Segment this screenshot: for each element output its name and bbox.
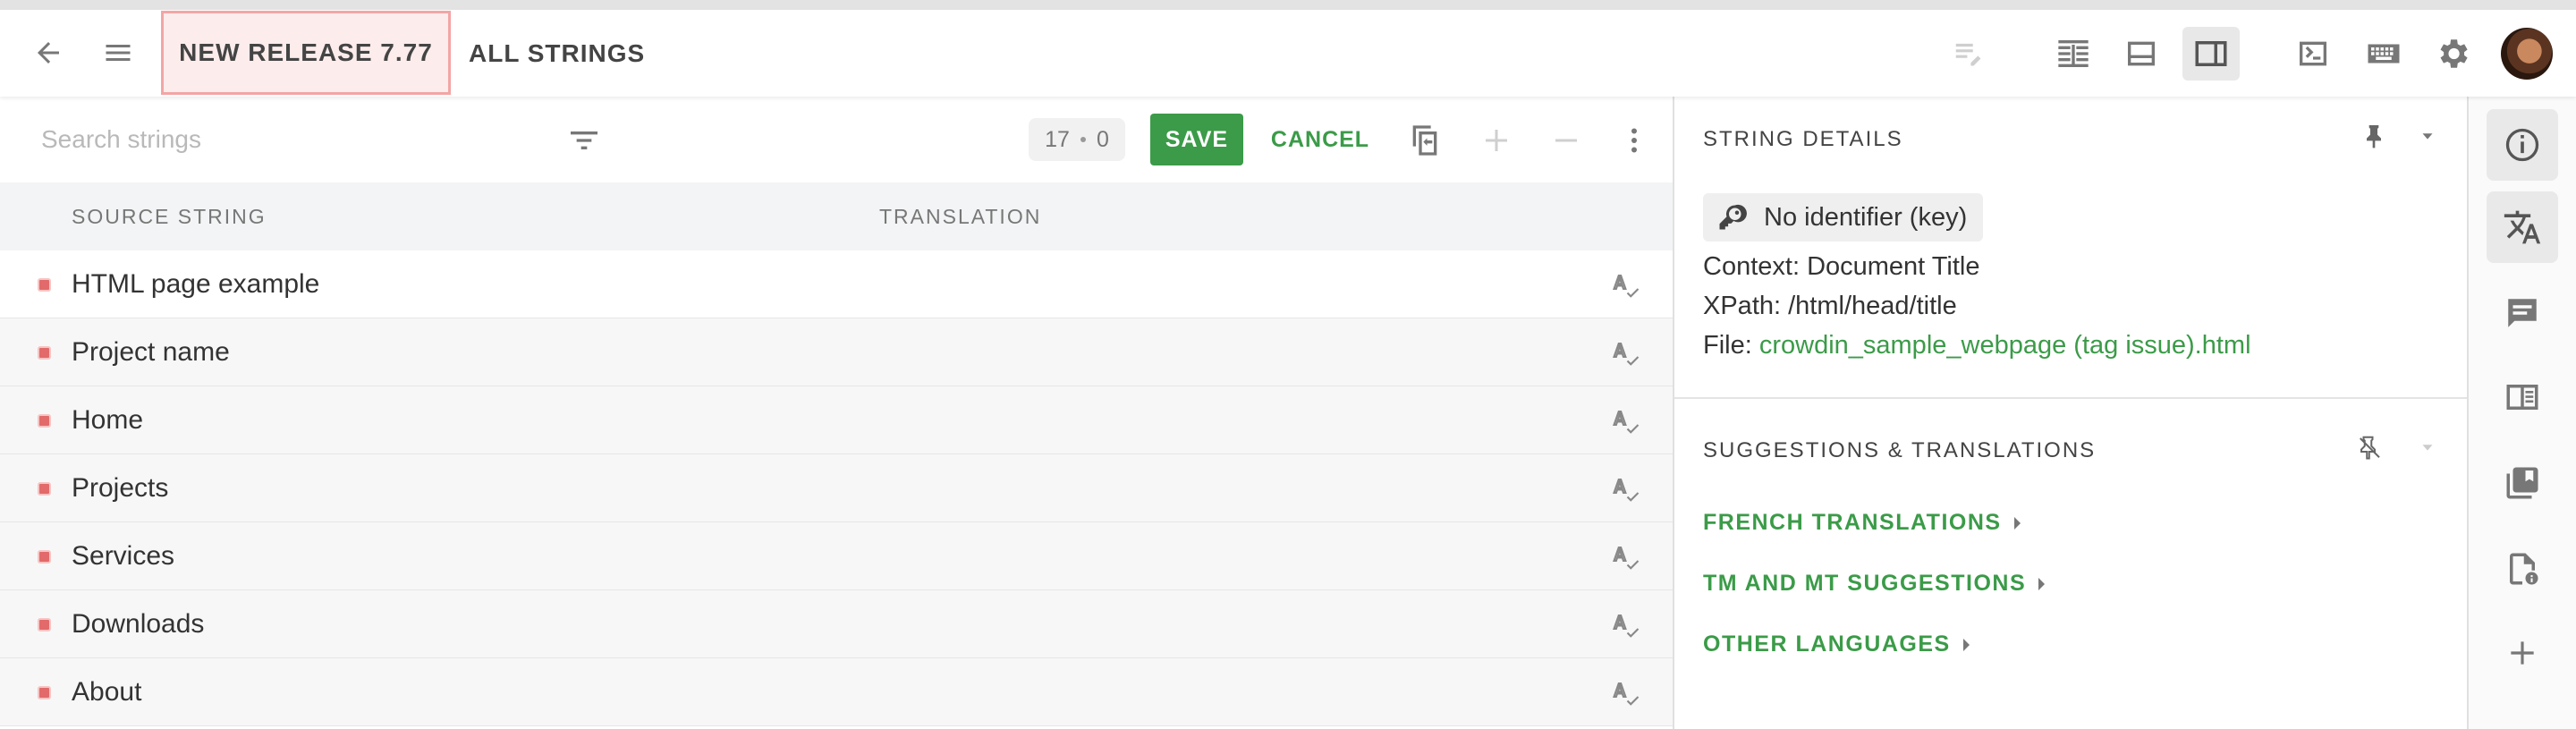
expand-arrow-icon [2013, 516, 2021, 530]
section-divider [1674, 397, 2467, 399]
string-details-panel: STRING DETAILS No identifier (key) Conte… [1674, 97, 2467, 729]
layout-bottom-icon[interactable] [2116, 30, 2166, 78]
expander-label: TM AND MT SUGGESTIONS [1703, 571, 2027, 596]
strings-toolbar: Search strings 17 0 SAVE CANCEL [0, 97, 1673, 182]
translation-column-header: TRANSLATION [879, 204, 1042, 228]
untranslated-marker [38, 550, 51, 564]
spellcheck-icon[interactable] [1610, 270, 1642, 302]
translate-icon[interactable] [2487, 191, 2558, 263]
edit-disabled-icon[interactable] [1946, 31, 1991, 76]
remove-icon[interactable] [1544, 118, 1589, 163]
untranslated-marker [38, 618, 51, 632]
other-languages-expander[interactable]: OTHER LANGUAGES [1703, 632, 1970, 657]
right-sidebar-rail [2469, 97, 2576, 729]
library-icon[interactable] [2487, 447, 2558, 519]
table-header: SOURCE STRING TRANSLATION [0, 182, 1673, 250]
source-text: Services [72, 541, 175, 571]
layout-right-panel-icon[interactable] [2182, 27, 2240, 81]
context-label: Context: [1703, 252, 1808, 281]
unpin-icon[interactable] [2351, 428, 2390, 467]
cancel-button[interactable]: CANCEL [1270, 114, 1370, 165]
xpath-line: XPath: /html/head/title [1703, 292, 1957, 321]
context-value: Document Title [1807, 252, 1980, 281]
suggestions-title: SUGGESTIONS & TRANSLATIONS [1703, 438, 2097, 462]
source-text: Downloads [72, 609, 205, 639]
spellcheck-icon[interactable] [1610, 542, 1642, 574]
more-options-icon[interactable] [1612, 118, 1657, 163]
spellcheck-icon[interactable] [1610, 610, 1642, 642]
app-header: NEW RELEASE 7.77 ALL STRINGS [0, 10, 2576, 97]
strings-list: HTML page example Project name Home Proj… [0, 250, 1673, 726]
expand-arrow-icon [2038, 577, 2046, 590]
string-row[interactable]: HTML page example [0, 250, 1673, 318]
source-text: Projects [72, 473, 169, 503]
untranslated-marker [38, 414, 51, 428]
counter-separator-dot [1080, 137, 1086, 142]
info-icon[interactable] [2487, 109, 2558, 181]
layout-side-by-side-icon[interactable] [2048, 30, 2098, 78]
string-details-title: STRING DETAILS [1703, 127, 1903, 151]
collapse-details-chevron-icon[interactable] [2411, 120, 2444, 152]
string-row[interactable]: Services [0, 522, 1673, 590]
untranslated-marker [38, 482, 51, 496]
counter-selected: 0 [1096, 126, 1109, 152]
source-string-column-header: SOURCE STRING [72, 204, 267, 228]
string-row[interactable]: Downloads [0, 590, 1673, 658]
spellcheck-icon[interactable] [1610, 338, 1642, 370]
add-icon[interactable] [1474, 118, 1519, 163]
source-text: HTML page example [72, 269, 320, 299]
context-line: Context: Document Title [1703, 252, 1979, 282]
terminal-icon[interactable] [2288, 30, 2338, 78]
counter-total: 17 [1045, 126, 1070, 152]
reader-icon[interactable] [2487, 361, 2558, 433]
untranslated-marker [38, 346, 51, 360]
string-counter: 17 0 [1029, 118, 1125, 161]
spellcheck-icon[interactable] [1610, 678, 1642, 710]
source-text: Home [72, 405, 144, 435]
file-label: File: [1703, 331, 1759, 360]
file-line: File: crowdin_sample_webpage (tag issue)… [1703, 331, 2251, 360]
string-row[interactable]: Projects [0, 454, 1673, 522]
keyboard-icon[interactable] [2358, 30, 2410, 78]
back-arrow-icon[interactable] [23, 30, 73, 76]
comment-icon[interactable] [2487, 277, 2558, 349]
spellcheck-icon[interactable] [1610, 474, 1642, 506]
breadcrumb-project-label: NEW RELEASE 7.77 [179, 38, 433, 66]
xpath-value: /html/head/title [1788, 292, 1957, 320]
tm-mt-suggestions-expander[interactable]: TM AND MT SUGGESTIONS [1703, 571, 2046, 597]
expander-label: OTHER LANGUAGES [1703, 632, 1951, 657]
file-link[interactable]: crowdin_sample_webpage (tag issue).html [1759, 331, 2251, 360]
save-button[interactable]: SAVE [1150, 114, 1243, 165]
filter-icon[interactable] [562, 118, 606, 163]
search-input[interactable]: Search strings [41, 97, 201, 182]
add-panel-icon[interactable] [2487, 617, 2558, 689]
pin-icon[interactable] [2354, 116, 2394, 156]
file-info-icon[interactable] [2487, 533, 2558, 605]
spellcheck-icon[interactable] [1610, 406, 1642, 438]
identifier-chip: No identifier (key) [1703, 193, 1984, 242]
expander-label: FRENCH TRANSLATIONS [1703, 510, 2002, 535]
french-translations-expander[interactable]: FRENCH TRANSLATIONS [1703, 510, 2021, 536]
window-top-strip [0, 0, 2576, 10]
string-row[interactable]: Project name [0, 318, 1673, 386]
untranslated-marker [38, 686, 51, 699]
menu-icon[interactable] [93, 30, 143, 76]
string-row[interactable]: Home [0, 386, 1673, 454]
settings-icon[interactable] [2428, 30, 2478, 78]
collapse-suggestions-chevron-icon[interactable] [2411, 431, 2444, 463]
copy-source-icon[interactable] [1402, 118, 1447, 163]
breadcrumb-project[interactable]: NEW RELEASE 7.77 [161, 11, 451, 95]
untranslated-marker [38, 278, 51, 292]
source-text: Project name [72, 337, 230, 367]
source-text: About [72, 677, 142, 707]
identifier-text: No identifier (key) [1764, 202, 1968, 232]
key-icon [1719, 204, 1747, 230]
string-row[interactable]: About [0, 658, 1673, 726]
xpath-label: XPath: [1703, 292, 1789, 320]
user-avatar[interactable] [2501, 28, 2553, 80]
breadcrumb-view[interactable]: ALL STRINGS [469, 10, 645, 97]
expand-arrow-icon [1962, 638, 1970, 651]
